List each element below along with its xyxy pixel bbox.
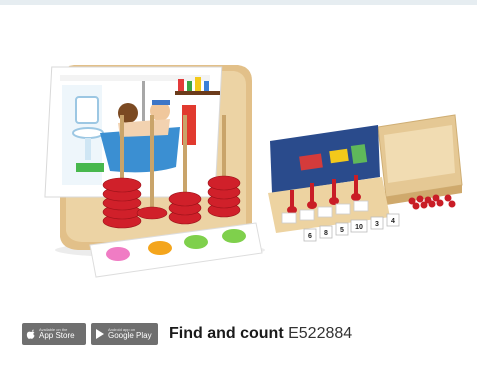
play-icon	[96, 329, 104, 339]
abacus-board-product	[44, 65, 265, 278]
product-code: E522884	[288, 325, 353, 342]
number-card-4: 10	[355, 224, 363, 231]
game-set-product: 6 8 5 10 3 4	[268, 114, 463, 242]
number-card-1: 6	[308, 233, 312, 240]
apple-icon	[26, 329, 35, 339]
app-store-badge[interactable]: Available on the App Store	[22, 323, 86, 345]
product-name: Find and count	[169, 325, 284, 342]
google-play-badge[interactable]: Android app on Google Play	[91, 323, 158, 345]
product-caption: Available on the App Store Android app o…	[22, 320, 352, 348]
bathroom-scene-card	[44, 66, 223, 198]
product-title: Find and count E522884	[169, 325, 352, 343]
number-card-3: 5	[340, 227, 344, 234]
google-play-label: Google Play	[108, 331, 152, 340]
product-photo: 6 8 5 10 3 4	[44, 65, 463, 278]
number-card-6: 4	[391, 218, 395, 225]
number-card-2: 8	[324, 230, 328, 237]
number-card-5: 3	[375, 221, 379, 228]
app-store-label: App Store	[39, 331, 75, 340]
